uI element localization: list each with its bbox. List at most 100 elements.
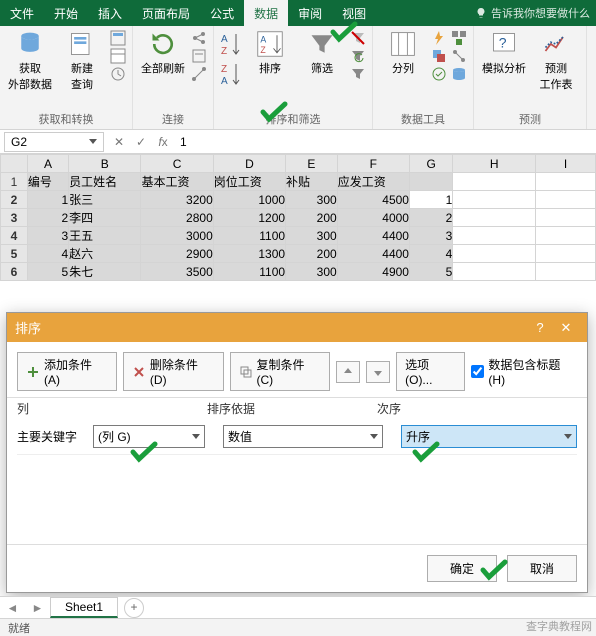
flash-fill-icon[interactable] — [431, 30, 447, 46]
data-validation-icon[interactable] — [431, 66, 447, 82]
options-button[interactable]: 选项(O)... — [396, 352, 465, 391]
cell[interactable]: 2 — [27, 209, 68, 227]
copy-condition-button[interactable]: 复制条件(C) — [230, 352, 331, 391]
cell[interactable]: 4 — [27, 245, 68, 263]
cancel-button[interactable]: 取消 — [507, 555, 577, 582]
tab-home[interactable]: 开始 — [44, 0, 88, 26]
cell[interactable]: 200 — [286, 209, 338, 227]
cell[interactable]: 3200 — [141, 191, 213, 209]
cell[interactable]: 王五 — [69, 227, 141, 245]
col-header[interactable]: C — [141, 155, 213, 173]
cell[interactable]: 3000 — [141, 227, 213, 245]
cell[interactable]: 4900 — [337, 263, 409, 281]
cell[interactable]: 应发工资 — [337, 173, 409, 191]
tab-review[interactable]: 审阅 — [288, 0, 332, 26]
edit-links-icon[interactable] — [191, 66, 207, 82]
sort-asc-icon[interactable]: AZ — [220, 30, 242, 60]
consolidate-icon[interactable] — [451, 30, 467, 46]
move-down-button[interactable] — [366, 361, 390, 383]
col-header[interactable]: I — [535, 155, 595, 173]
refresh-all-button[interactable]: 全部刷新 — [139, 30, 187, 76]
cell[interactable]: 300 — [286, 227, 338, 245]
tab-layout[interactable]: 页面布局 — [132, 0, 200, 26]
cell[interactable]: 基本工资 — [141, 173, 213, 191]
worksheet-grid[interactable]: A B C D E F G H I 1编号员工姓名基本工资岗位工资补贴应发工资2… — [0, 154, 596, 281]
cell[interactable]: 编号 — [27, 173, 68, 191]
cell[interactable]: 3 — [409, 227, 452, 245]
cell[interactable]: 200 — [286, 245, 338, 263]
close-button[interactable]: ✕ — [553, 320, 579, 336]
col-header[interactable]: E — [286, 155, 338, 173]
cell[interactable]: 张三 — [69, 191, 141, 209]
cell[interactable]: 3 — [27, 227, 68, 245]
properties-icon[interactable] — [191, 48, 207, 64]
cell[interactable]: 4 — [409, 245, 452, 263]
col-header[interactable]: B — [69, 155, 141, 173]
row-header[interactable]: 6 — [1, 263, 28, 281]
connections-icon[interactable] — [191, 30, 207, 46]
remove-duplicates-icon[interactable] — [431, 48, 447, 64]
tab-data[interactable]: 数据 — [244, 0, 288, 26]
tab-insert[interactable]: 插入 — [88, 0, 132, 26]
add-condition-button[interactable]: 添加条件(A) — [17, 352, 117, 391]
name-box[interactable]: G2 — [4, 132, 104, 152]
cell[interactable]: 4500 — [337, 191, 409, 209]
advanced-filter-icon[interactable] — [350, 66, 366, 82]
cell[interactable]: 300 — [286, 191, 338, 209]
tell-me[interactable]: 告诉我你想要做什么 — [475, 0, 596, 26]
col-header[interactable]: H — [453, 155, 536, 173]
recent-sources-icon[interactable] — [110, 66, 126, 82]
cell[interactable]: 岗位工资 — [213, 173, 285, 191]
sheet-nav-next[interactable]: ► — [32, 601, 44, 615]
show-queries-icon[interactable] — [110, 30, 126, 46]
reapply-icon[interactable] — [350, 48, 366, 64]
delete-condition-button[interactable]: 删除条件(D) — [123, 352, 224, 391]
sort-button[interactable]: AZ 排序 — [246, 30, 294, 76]
sort-desc-icon[interactable]: ZA — [220, 60, 242, 90]
add-sheet-button[interactable]: + — [124, 598, 144, 618]
tab-file[interactable]: 文件 — [0, 0, 44, 26]
cell[interactable]: 赵六 — [69, 245, 141, 263]
row-header[interactable]: 5 — [1, 245, 28, 263]
col-header[interactable]: G — [409, 155, 452, 173]
formula-input[interactable] — [174, 133, 596, 151]
cell[interactable]: 1300 — [213, 245, 285, 263]
cell[interactable]: 4000 — [337, 209, 409, 227]
cell[interactable]: 4400 — [337, 227, 409, 245]
cell[interactable] — [409, 173, 452, 191]
row-header[interactable]: 3 — [1, 209, 28, 227]
forecast-sheet-button[interactable]: 预测 工作表 — [532, 30, 580, 92]
help-button[interactable]: ? — [527, 320, 553, 335]
sheet-tab[interactable]: Sheet1 — [50, 597, 118, 618]
cell[interactable]: 1100 — [213, 263, 285, 281]
cell[interactable]: 1 — [27, 191, 68, 209]
manage-data-model-icon[interactable] — [451, 66, 467, 82]
fx-button[interactable]: fx — [152, 135, 174, 149]
new-query-button[interactable]: 新建 查询 — [58, 30, 106, 92]
enter-formula-button[interactable]: ✓ — [130, 135, 152, 149]
relationships-icon[interactable] — [451, 48, 467, 64]
cell[interactable]: 2900 — [141, 245, 213, 263]
cancel-formula-button[interactable]: ✕ — [108, 135, 130, 149]
cell[interactable]: 员工姓名 — [69, 173, 141, 191]
cell[interactable]: 1000 — [213, 191, 285, 209]
cell[interactable]: 3500 — [141, 263, 213, 281]
cell[interactable]: 李四 — [69, 209, 141, 227]
sort-basis-dropdown[interactable]: 数值 — [223, 425, 383, 448]
row-header[interactable]: 1 — [1, 173, 28, 191]
col-header[interactable]: D — [213, 155, 285, 173]
cell[interactable]: 1 — [409, 191, 452, 209]
row-header[interactable]: 4 — [1, 227, 28, 245]
what-if-analysis-button[interactable]: ? 模拟分析 — [480, 30, 528, 76]
tab-formulas[interactable]: 公式 — [200, 0, 244, 26]
cell[interactable]: 朱七 — [69, 263, 141, 281]
get-external-data-button[interactable]: 获取 外部数据 — [6, 30, 54, 92]
has-header-checkbox[interactable]: 数据包含标题(H) — [471, 356, 577, 387]
sheet-nav-prev[interactable]: ◄ — [7, 601, 19, 615]
col-header[interactable]: F — [337, 155, 409, 173]
from-table-icon[interactable] — [110, 48, 126, 64]
text-to-columns-button[interactable]: 分列 — [379, 30, 427, 76]
cell[interactable]: 1200 — [213, 209, 285, 227]
cell[interactable]: 4400 — [337, 245, 409, 263]
select-all-corner[interactable] — [1, 155, 28, 173]
